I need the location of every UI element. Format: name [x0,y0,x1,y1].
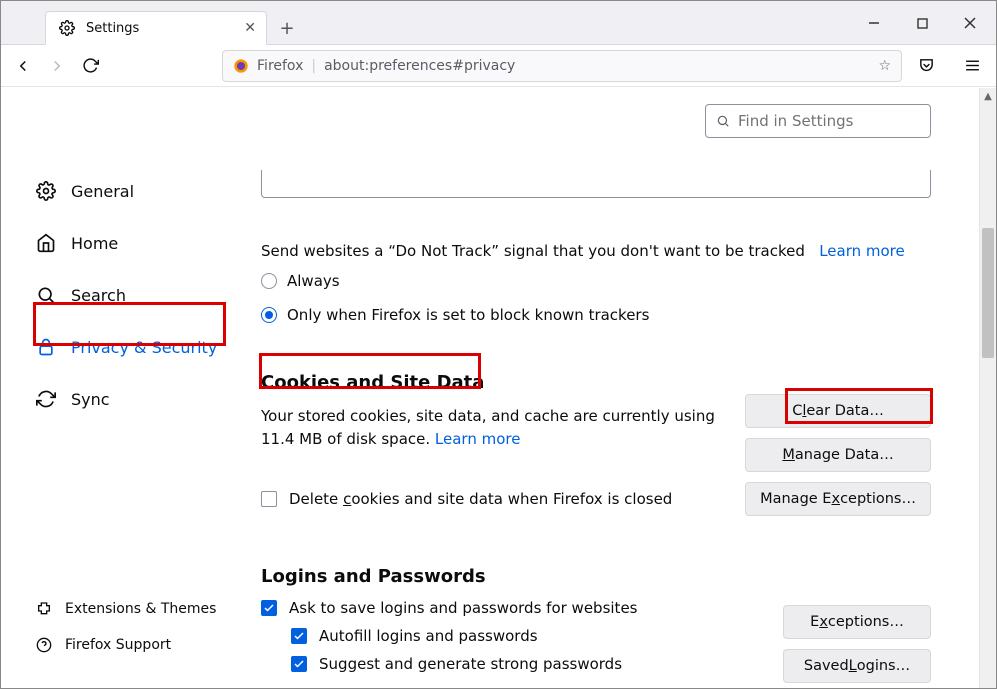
checkbox-label: Delete cookies and site data when Firefo… [289,490,672,508]
forward-button [45,52,69,80]
sidebar-item-label: Firefox Support [65,637,171,653]
sidebar-item-support[interactable]: Firefox Support [35,634,237,656]
search-icon [716,114,730,128]
cookies-heading: Cookies and Site Data [261,372,931,393]
manage-data-button[interactable]: Manage Data… [745,438,931,472]
checkbox-icon[interactable] [261,491,277,507]
help-icon [35,636,53,654]
sidebar-item-home[interactable]: Home [35,228,237,258]
back-button[interactable] [11,52,35,80]
settings-main: Find in Settings Send websites a “Do Not… [249,88,979,688]
settings-sidebar: General Home Search Privacy & Security S… [1,88,249,688]
checkbox-icon[interactable] [261,600,277,616]
home-icon [35,232,57,254]
checkbox-icon[interactable] [291,628,307,644]
sidebar-item-general[interactable]: General [35,176,237,206]
vertical-scrollbar[interactable]: ▲ [979,88,996,688]
sidebar-item-privacy[interactable]: Privacy & Security [35,332,237,362]
dnt-section: Send websites a “Do Not Track” signal th… [261,242,931,324]
new-tab-button[interactable]: + [275,16,299,40]
search-settings-input[interactable]: Find in Settings [705,104,931,138]
titlebar: Settings ✕ + [1,1,996,45]
lock-icon [35,336,57,358]
close-window-button[interactable] [958,11,982,35]
page-body: General Home Search Privacy & Security S… [1,88,996,688]
firefox-logo-icon [233,58,249,74]
checkbox-label: Autofill logins and passwords [319,627,538,645]
reload-button[interactable] [78,52,102,80]
identity-label: Firefox [257,58,303,74]
gear-icon [56,17,78,39]
sidebar-item-label: Privacy & Security [71,338,217,357]
manage-exceptions-button[interactable]: Manage Exceptions… [745,482,931,516]
search-icon [35,284,57,306]
radio-label: Only when Firefox is set to block known … [287,306,649,324]
sidebar-item-label: Home [71,234,118,253]
url-text: about:preferences#privacy [324,58,515,74]
sidebar-item-label: Extensions & Themes [65,601,216,617]
scroll-up-icon[interactable]: ▲ [980,88,996,105]
checkbox-label: Suggest and generate strong passwords [319,655,622,673]
clear-data-button[interactable]: Clear Data… [745,394,931,428]
search-placeholder: Find in Settings [738,112,853,130]
bookmark-star-icon[interactable]: ☆ [878,58,891,74]
scroll-thumb[interactable] [982,228,994,358]
browser-window: Settings ✕ + Firefox | about:preferences… [0,0,997,689]
tab-settings[interactable]: Settings ✕ [45,11,267,45]
truncated-input[interactable] [261,170,931,198]
sidebar-item-label: Search [71,286,126,305]
cookies-learn-more-link[interactable]: Learn more [435,430,521,448]
minimize-button[interactable] [862,11,886,35]
tab-title: Settings [86,21,139,36]
radio-icon[interactable] [261,273,277,289]
window-controls [862,1,990,45]
sidebar-item-label: Sync [71,390,110,409]
nav-toolbar: Firefox | about:preferences#privacy ☆ [1,45,996,87]
logins-button-column: Exceptions… Saved Logins… [783,605,931,683]
dnt-description: Send websites a “Do Not Track” signal th… [261,242,805,260]
sidebar-item-extensions[interactable]: Extensions & Themes [35,598,237,620]
gear-icon [35,180,57,202]
radio-label: Always [287,272,340,290]
puzzle-icon [35,600,53,618]
sidebar-item-label: General [71,182,134,201]
maximize-button[interactable] [910,11,934,35]
radio-icon[interactable] [261,307,277,323]
cookies-description: Your stored cookies, site data, and cach… [261,405,741,450]
cookies-button-column: Clear Data… Manage Data… Manage Exceptio… [745,394,931,516]
sync-icon [35,388,57,410]
checkbox-label: Ask to save logins and passwords for web… [289,599,637,617]
close-tab-icon[interactable]: ✕ [244,20,256,36]
saved-logins-button[interactable]: Saved Logins… [783,649,931,683]
dnt-known-row[interactable]: Only when Firefox is set to block known … [261,306,931,324]
dnt-always-row[interactable]: Always [261,272,931,290]
url-bar[interactable]: Firefox | about:preferences#privacy ☆ [222,50,902,82]
checkbox-icon[interactable] [291,656,307,672]
logins-heading: Logins and Passwords [261,566,931,587]
pocket-icon[interactable] [912,52,940,80]
app-menu-icon[interactable] [958,52,986,80]
dnt-learn-more-link[interactable]: Learn more [819,242,905,260]
exceptions-button[interactable]: Exceptions… [783,605,931,639]
sidebar-item-sync[interactable]: Sync [35,384,237,414]
sidebar-item-search[interactable]: Search [35,280,237,310]
